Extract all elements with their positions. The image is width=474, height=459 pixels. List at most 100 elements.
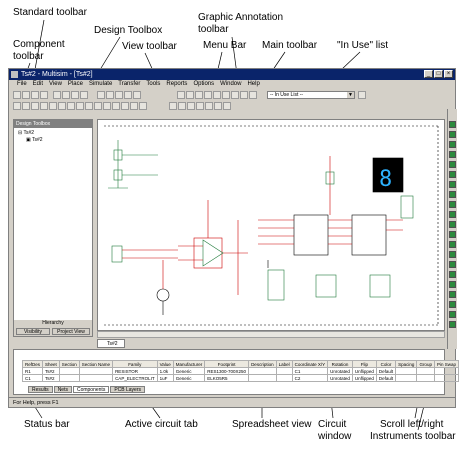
agilent-scope-icon[interactable]	[449, 281, 456, 288]
arc-tool-icon[interactable]	[205, 102, 213, 110]
polygon-tool-icon[interactable]	[214, 102, 222, 110]
tab-nets[interactable]: Nets	[53, 386, 72, 393]
col-flip[interactable]: Flip	[351, 360, 377, 368]
transfer-icon[interactable]	[240, 91, 248, 99]
bus-icon[interactable]	[139, 102, 147, 110]
ttl-icon[interactable]	[58, 102, 66, 110]
zoom-fit-icon[interactable]	[133, 91, 141, 99]
col-coordinate[interactable]: Coordinate X/Y	[291, 360, 329, 368]
col-description[interactable]: Description	[248, 360, 277, 368]
menu-edit[interactable]: Edit	[33, 80, 43, 89]
distortion-analyzer-icon[interactable]	[449, 231, 456, 238]
cut-icon[interactable]	[53, 91, 61, 99]
menu-reports[interactable]: Reports	[166, 80, 187, 89]
spreadsheet-icon[interactable]	[186, 91, 194, 99]
tab-visibility[interactable]: Visibility	[16, 328, 50, 335]
maximize-button[interactable]: □	[434, 70, 443, 78]
col-label[interactable]: Label	[275, 360, 293, 368]
tab-pcb-layers[interactable]: PCB Layers	[110, 386, 146, 393]
col-refdes[interactable]: RefDes	[21, 360, 44, 368]
current-probe-icon[interactable]	[449, 321, 456, 328]
active-circuit-tab[interactable]: Ts#2	[97, 339, 125, 348]
menu-simulate[interactable]: Simulate	[89, 80, 112, 89]
oscilloscope-icon[interactable]	[449, 151, 456, 158]
circuit-window[interactable]: 8	[97, 119, 445, 331]
tab-components[interactable]: Components	[72, 386, 110, 393]
measurement-probe-icon[interactable]	[449, 301, 456, 308]
new-icon[interactable]	[13, 91, 21, 99]
menu-file[interactable]: File	[17, 80, 27, 89]
basic-icon[interactable]	[22, 102, 30, 110]
design-toolbox-icon[interactable]	[177, 91, 185, 99]
menu-help[interactable]: Help	[247, 80, 259, 89]
word-generator-icon[interactable]	[449, 191, 456, 198]
close-button[interactable]: ×	[444, 70, 453, 78]
save-icon[interactable]	[31, 91, 39, 99]
menu-window[interactable]: Window	[220, 80, 241, 89]
grapher-icon[interactable]	[213, 91, 221, 99]
misc-digital-icon[interactable]	[76, 102, 84, 110]
back-annotate-icon[interactable]	[249, 91, 257, 99]
hierarchical-block-icon[interactable]	[130, 102, 138, 110]
chevron-down-icon[interactable]: ▼	[347, 92, 354, 98]
iv-analyzer-icon[interactable]	[449, 221, 456, 228]
horizontal-scrollbar[interactable]	[97, 331, 445, 338]
electromech-icon[interactable]	[121, 102, 129, 110]
ellipse-tool-icon[interactable]	[196, 102, 204, 110]
frequency-counter-icon[interactable]	[449, 181, 456, 188]
col-spacing[interactable]: Spacing	[395, 360, 418, 368]
undo-icon[interactable]	[80, 91, 88, 99]
menu-options[interactable]: Options	[193, 80, 214, 89]
zoom-area-icon[interactable]	[124, 91, 132, 99]
col-rotation[interactable]: Rotation	[327, 360, 353, 368]
logic-analyzer-icon[interactable]	[449, 201, 456, 208]
menu-transfer[interactable]: Transfer	[118, 80, 140, 89]
col-section-name[interactable]: Section Name	[78, 360, 114, 368]
menu-view[interactable]: View	[49, 80, 62, 89]
tree-child[interactable]: ▣ Ts#2	[18, 137, 88, 144]
picture-tool-icon[interactable]	[223, 102, 231, 110]
tree-root[interactable]: ⊟ Ts#2	[18, 130, 88, 137]
menu-tools[interactable]: Tools	[146, 80, 160, 89]
database-icon[interactable]	[195, 91, 203, 99]
erc-icon[interactable]	[231, 91, 239, 99]
zoom-in-icon[interactable]	[106, 91, 114, 99]
misc-icon[interactable]	[103, 102, 111, 110]
bode-plotter-icon[interactable]	[449, 171, 456, 178]
agilent-generator-icon[interactable]	[449, 261, 456, 268]
zoom-out-icon[interactable]	[115, 91, 123, 99]
col-manufacturer[interactable]: Manufacturer	[172, 360, 206, 368]
transistor-icon[interactable]	[40, 102, 48, 110]
tab-results[interactable]: Results	[28, 386, 53, 393]
cmos-icon[interactable]	[67, 102, 75, 110]
rectangle-tool-icon[interactable]	[187, 102, 195, 110]
paste-icon[interactable]	[71, 91, 79, 99]
col-color[interactable]: Color	[375, 360, 397, 368]
print-icon[interactable]	[40, 91, 48, 99]
diode-icon[interactable]	[31, 102, 39, 110]
multimeter-icon[interactable]	[449, 121, 456, 128]
postprocessor-icon[interactable]	[222, 91, 230, 99]
open-icon[interactable]	[22, 91, 30, 99]
col-group[interactable]: Group	[416, 360, 435, 368]
tab-project-view[interactable]: Project View	[52, 328, 90, 335]
rf-icon[interactable]	[112, 102, 120, 110]
analog-icon[interactable]	[49, 102, 57, 110]
col-sheet[interactable]: Sheet	[42, 360, 60, 368]
source-icon[interactable]	[13, 102, 21, 110]
menu-place[interactable]: Place	[68, 80, 83, 89]
col-pin-swap[interactable]: Pin Swap	[433, 360, 459, 368]
indicator-icon[interactable]	[94, 102, 102, 110]
col-family[interactable]: Family	[112, 360, 158, 368]
mixed-icon[interactable]	[85, 102, 93, 110]
col-section[interactable]: Section	[58, 360, 80, 368]
full-screen-icon[interactable]	[97, 91, 105, 99]
network-analyzer-icon[interactable]	[449, 251, 456, 258]
help-icon[interactable]	[358, 91, 366, 99]
function-generator-icon[interactable]	[449, 131, 456, 138]
logic-converter-icon[interactable]	[449, 211, 456, 218]
four-channel-scope-icon[interactable]	[449, 161, 456, 168]
table-row[interactable]: C1 Ts#2 CAP_ELECTROLIT 1uF Generic ELKO5…	[21, 374, 459, 382]
col-value[interactable]: Value	[156, 360, 174, 368]
copy-icon[interactable]	[62, 91, 70, 99]
